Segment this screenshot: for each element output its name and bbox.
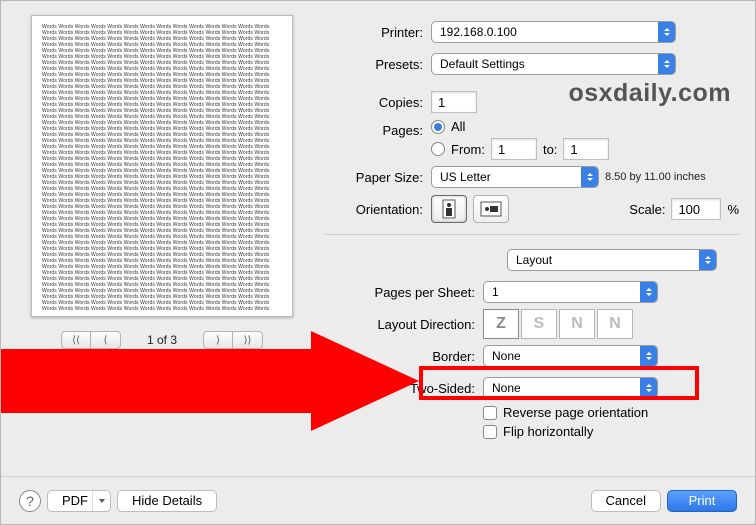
pages-to-input[interactable]: 1 (563, 138, 609, 160)
last-page-button[interactable]: ⟩⟩ (233, 331, 263, 349)
hide-details-button[interactable]: Hide Details (117, 490, 217, 512)
bottom-toolbar: ? PDF Hide Details Cancel Print (1, 476, 755, 524)
landscape-icon (480, 200, 502, 218)
paper-size-label: Paper Size: (325, 170, 431, 185)
preview-column: Words Words Words Words Words Words Word… (17, 15, 307, 441)
presets-label: Presets: (325, 57, 431, 72)
pages-range-radio[interactable] (431, 142, 445, 156)
print-dialog: Words Words Words Words Words Words Word… (0, 0, 756, 525)
border-select[interactable]: None (483, 345, 658, 367)
pages-from-label: From: (451, 142, 485, 157)
pages-all-radio[interactable] (431, 120, 445, 134)
printer-label: Printer: (325, 25, 431, 40)
two-sided-select[interactable]: None (483, 377, 658, 399)
copies-input[interactable]: 1 (431, 91, 477, 113)
printer-select[interactable]: 192.168.0.100 (431, 21, 676, 43)
reverse-orientation-label: Reverse page orientation (503, 405, 648, 420)
two-sided-label: Two-Sided: (325, 381, 483, 396)
paper-dimensions: 8.50 by 11.00 inches (605, 171, 706, 183)
prev-page-button[interactable]: ⟨ (91, 331, 121, 349)
watermark: osxdaily.com (568, 79, 731, 108)
reverse-orientation-checkbox[interactable] (483, 406, 497, 420)
help-button[interactable]: ? (19, 490, 41, 512)
scale-label: Scale: (629, 202, 665, 217)
paper-size-select[interactable]: US Letter (431, 166, 599, 188)
layout-dir-4[interactable]: N (597, 309, 633, 339)
layout-direction-label: Layout Direction: (325, 317, 483, 332)
pages-from-input[interactable]: 1 (491, 138, 537, 160)
portrait-icon (440, 199, 458, 219)
pages-per-sheet-label: Pages per Sheet: (325, 285, 483, 300)
flip-horizontally-checkbox[interactable] (483, 425, 497, 439)
layout-dir-1[interactable]: Z (483, 309, 519, 339)
print-button[interactable]: Print (667, 490, 737, 512)
border-label: Border: (325, 349, 483, 364)
page-thumbnail[interactable]: Words Words Words Words Words Words Word… (31, 15, 293, 317)
pages-to-label: to: (543, 142, 557, 157)
orientation-portrait-button[interactable] (431, 195, 467, 223)
content-area: Words Words Words Words Words Words Word… (1, 1, 755, 441)
page-indicator: 1 of 3 (147, 333, 177, 347)
cancel-button[interactable]: Cancel (591, 490, 661, 512)
section-select[interactable]: Layout (507, 249, 717, 271)
layout-dir-3[interactable]: N (559, 309, 595, 339)
orientation-label: Orientation: (325, 202, 431, 217)
scale-input[interactable]: 100 (671, 198, 721, 220)
layout-dir-2[interactable]: S (521, 309, 557, 339)
pages-label: Pages: (325, 119, 431, 138)
pages-per-sheet-select[interactable]: 1 (483, 281, 658, 303)
preview-pager: ⟨⟨ ⟨ 1 of 3 ⟩ ⟩⟩ (61, 331, 263, 349)
pages-all-label: All (451, 119, 465, 134)
flip-horizontally-label: Flip horizontally (503, 424, 593, 439)
presets-select[interactable]: Default Settings (431, 53, 676, 75)
orientation-landscape-button[interactable] (473, 195, 509, 223)
first-page-button[interactable]: ⟨⟨ (61, 331, 91, 349)
pdf-menu-button[interactable]: PDF (47, 490, 111, 512)
percent-label: % (727, 202, 739, 217)
divider (325, 234, 739, 235)
next-page-button[interactable]: ⟩ (203, 331, 233, 349)
copies-label: Copies: (325, 95, 431, 110)
layout-direction-group: Z S N N (483, 309, 633, 339)
